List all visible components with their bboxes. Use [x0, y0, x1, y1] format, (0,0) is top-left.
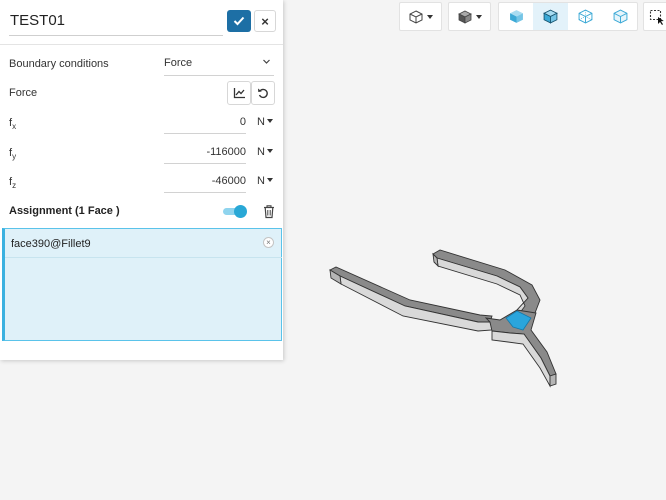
view-mode-dropdown[interactable]: [399, 2, 442, 31]
title-input[interactable]: TEST01: [9, 8, 223, 36]
view-cube-button[interactable]: [400, 3, 441, 30]
boundary-label: Boundary conditions: [9, 58, 109, 70]
render-mode-group: [498, 2, 638, 31]
assignment-list[interactable]: face390@Fillet9 ×: [2, 228, 282, 341]
force-label: Force: [9, 87, 38, 99]
remove-assignment-icon[interactable]: ×: [263, 237, 274, 248]
cube-shaded-icon: [457, 10, 472, 24]
render-wireframe-button[interactable]: [568, 3, 603, 30]
list-divider: [5, 257, 282, 258]
chart-icon: [233, 88, 245, 99]
fx-label: fx: [9, 117, 17, 132]
cube-transparent-icon: [613, 9, 628, 24]
boundary-select[interactable]: Force: [164, 52, 274, 76]
trash-icon[interactable]: [262, 204, 276, 219]
cube-view-icon: [409, 9, 422, 24]
assignment-item[interactable]: face390@Fillet9: [11, 238, 91, 250]
fork-model[interactable]: [329, 249, 557, 388]
undo-icon: [258, 88, 268, 99]
fz-unit-select[interactable]: N: [257, 175, 273, 187]
box-select-toolbar: [643, 2, 666, 31]
fz-input[interactable]: -46000: [164, 170, 246, 193]
boundary-select-value: Force: [164, 57, 193, 69]
force-actions: [227, 81, 275, 105]
divider: [0, 44, 283, 45]
fz-label: fz: [9, 176, 17, 191]
fx-input[interactable]: 0: [164, 111, 246, 134]
close-icon: ×: [261, 13, 269, 29]
reset-button[interactable]: [251, 81, 275, 105]
cube-solid-icon: [509, 10, 523, 23]
fy-input[interactable]: -116000: [164, 141, 246, 164]
cancel-button[interactable]: ×: [254, 10, 276, 32]
model-viewport[interactable]: [283, 36, 666, 500]
confirm-button[interactable]: [227, 10, 251, 32]
title-row: TEST01 ×: [9, 8, 276, 36]
shading-dropdown[interactable]: [448, 2, 491, 31]
cube-wireframe-icon: [578, 9, 593, 24]
cube-solid-edges-icon: [543, 9, 558, 24]
chevron-down-icon: [263, 59, 270, 64]
toggle-knob: [234, 205, 247, 218]
box-select-icon: [649, 9, 664, 25]
render-solid-edges-button[interactable]: [533, 3, 568, 30]
assignment-toggle[interactable]: [223, 205, 247, 218]
shading-button[interactable]: [449, 3, 490, 30]
fy-label: fy: [9, 147, 17, 162]
check-icon: [233, 16, 245, 26]
chart-button[interactable]: [227, 81, 251, 105]
render-solid-button[interactable]: [499, 3, 533, 30]
fx-unit-select[interactable]: N: [257, 116, 273, 128]
assignment-title: Assignment (1 Face ): [9, 205, 120, 217]
box-select-button[interactable]: [644, 3, 666, 30]
render-transparent-button[interactable]: [603, 3, 638, 30]
properties-panel: TEST01 × Boundary conditions Force Force: [0, 0, 283, 360]
fy-unit-select[interactable]: N: [257, 146, 273, 158]
